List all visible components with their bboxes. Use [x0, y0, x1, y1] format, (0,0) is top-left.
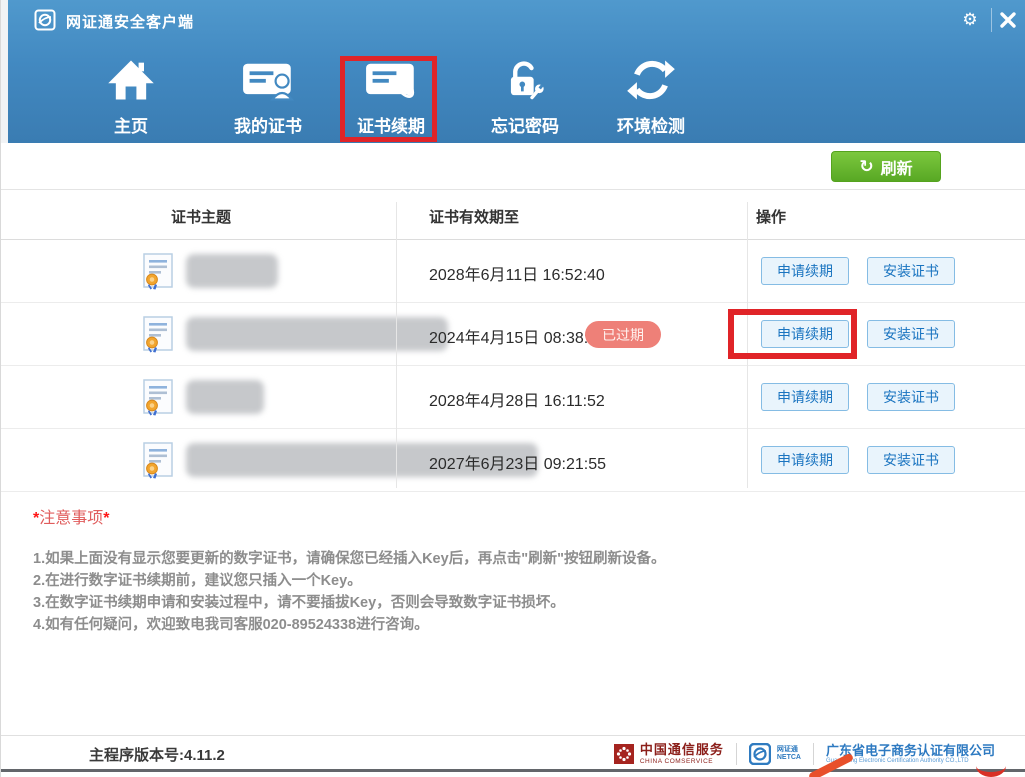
- note-item: 2.在进行数字证书续期前，建议您只插入一个Key。: [33, 573, 362, 589]
- note-item: 4.如有任何疑问，欢迎致电我司客服020-89524338进行咨询。: [33, 617, 429, 633]
- note-item: 3.在数字证书续期申请和安装过程中，请不要插拔Key，否则会导致数字证书损坏。: [33, 595, 565, 611]
- china-comservice-name: 中国通信服务: [639, 742, 724, 758]
- nav-item-environment-check[interactable]: 环境检测: [596, 52, 706, 140]
- blurred-certificate-subject: [186, 254, 278, 288]
- apply-renewal-button[interactable]: 申请续期: [761, 257, 849, 285]
- certificate-card-person-icon: [213, 52, 323, 108]
- table-header: 证书主题 证书有效期至 操作: [1, 190, 1025, 240]
- blurred-certificate-subject: [186, 380, 264, 414]
- expiry-date: 2024年4月15日 08:38:08: [429, 330, 607, 347]
- install-certificate-button[interactable]: 安装证书: [867, 320, 955, 348]
- apply-renewal-button[interactable]: 申请续期: [761, 446, 849, 474]
- nav-item-my-certificates[interactable]: 我的证书: [213, 52, 323, 140]
- settings-gear-icon[interactable]: ⚙: [955, 9, 985, 31]
- nav-label: 我的证书: [234, 117, 302, 136]
- window-title: 网证通安全客户端: [66, 14, 195, 31]
- titlebar: 网证通安全客户端 ⚙: [8, 0, 1025, 40]
- netca-name-en: NETCA: [776, 754, 801, 761]
- certificate-paperclip-icon: [336, 52, 446, 108]
- refresh-icon: ↻: [859, 157, 874, 176]
- titlebar-divider: [991, 8, 992, 32]
- nav-label: 证书续期: [357, 117, 425, 136]
- nav-item-forgot-password[interactable]: 忘记密码: [470, 52, 580, 140]
- app-window: 网证通安全客户端 ⚙ 主页 我的证书 证书续期 忘记密码 环境检测 ↻ 刷新 证…: [0, 0, 1025, 777]
- install-certificate-button[interactable]: 安装证书: [867, 383, 955, 411]
- close-icon[interactable]: [995, 8, 1021, 32]
- window-edge: [1, 0, 8, 143]
- version-text: 主程序版本号:4.11.2: [89, 747, 225, 764]
- note-item: 1.如果上面没有显示您要更新的数字证书，请确保您已经插入Key后，再点击"刷新"…: [33, 551, 666, 567]
- notes-title-text: 注意事项: [39, 510, 104, 527]
- refresh-label: 刷新: [880, 160, 913, 178]
- table-row: 2024年4月15日 08:38:08 已过期 申请续期 安装证书: [1, 303, 1025, 366]
- notes-star: *: [103, 510, 110, 527]
- app-logo-icon: [34, 9, 56, 31]
- column-header-expiry: 证书有效期至: [429, 209, 520, 226]
- home-icon: [76, 52, 186, 108]
- footer-separator: [812, 743, 814, 765]
- cycle-arrows-icon: [596, 52, 706, 108]
- expired-status-badge: 已过期: [585, 321, 661, 348]
- column-divider: [747, 202, 748, 488]
- column-header-actions: 操作: [756, 209, 787, 226]
- china-comservice-sub: CHINA COMSERVICE: [639, 757, 714, 765]
- table-row: 2028年6月11日 16:52:40 申请续期 安装证书: [1, 240, 1025, 303]
- apply-renewal-button[interactable]: 申请续期: [761, 320, 849, 348]
- table-row: 2027年6月23日 09:21:55 申请续期 安装证书: [1, 429, 1025, 492]
- nav-label: 主页: [114, 117, 148, 136]
- notes-title: *注意事项*: [33, 504, 973, 528]
- blurred-certificate-subject: [186, 317, 448, 351]
- column-header-subject: 证书主题: [170, 209, 231, 226]
- column-divider: [396, 202, 397, 488]
- notes-section: *注意事项* 1.如果上面没有显示您要更新的数字证书，请确保您已经插入Key后，…: [33, 504, 973, 636]
- toolbar: ↻ 刷新: [1, 143, 1025, 190]
- nav-label: 忘记密码: [491, 117, 559, 136]
- lock-wrench-icon: [470, 52, 580, 108]
- certificate-document-icon: [143, 253, 173, 290]
- footer: 主程序版本号:4.11.2 中国通信服务 CHINA COMSERVICE 网证…: [1, 735, 1025, 770]
- apply-renewal-button[interactable]: 申请续期: [761, 383, 849, 411]
- install-certificate-button[interactable]: 安装证书: [867, 257, 955, 285]
- footer-separator: [735, 743, 737, 765]
- certificate-document-icon: [143, 316, 173, 353]
- nav-item-certificate-renewal[interactable]: 证书续期: [336, 52, 446, 140]
- certificate-document-icon: [143, 442, 173, 479]
- refresh-button[interactable]: ↻ 刷新: [831, 151, 941, 182]
- table-row: 2028年4月28日 16:11:52 申请续期 安装证书: [1, 366, 1025, 429]
- footer-logos: 中国通信服务 CHINA COMSERVICE 网证通 NETCA 广东省电子商…: [613, 740, 995, 768]
- expiry-date: 2028年4月28日 16:11:52: [429, 393, 605, 410]
- nav-label: 环境检测: [617, 117, 685, 136]
- china-comservice-icon: [613, 744, 634, 764]
- netca-logo: 网证通 NETCA: [748, 743, 801, 765]
- certificate-document-icon: [143, 379, 173, 416]
- install-certificate-button[interactable]: 安装证书: [867, 446, 955, 474]
- expiry-date: 2027年6月23日 09:21:55: [429, 456, 607, 473]
- annotation-mark: [976, 766, 1006, 777]
- window-bottom-edge: [1, 769, 1025, 772]
- expiry-date: 2028年6月11日 16:52:40: [429, 267, 605, 284]
- netca-icon: [748, 743, 771, 765]
- nav-item-home[interactable]: 主页: [76, 52, 186, 140]
- china-comservice-logo: 中国通信服务 CHINA COMSERVICE: [613, 742, 724, 765]
- netca-name-cn: 网证通: [776, 746, 798, 754]
